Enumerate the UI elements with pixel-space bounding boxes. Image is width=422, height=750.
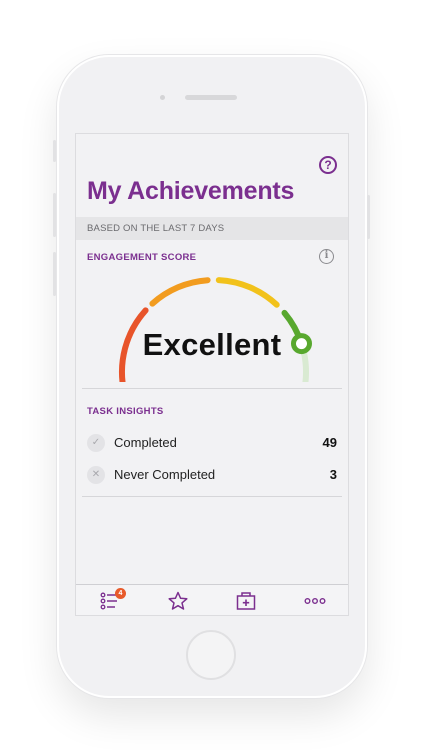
checkmark-icon: ✓ xyxy=(87,434,105,452)
period-banner: BASED ON THE LAST 7 DAYS xyxy=(76,217,348,240)
phone-camera xyxy=(160,95,165,100)
page-title: My Achievements xyxy=(87,177,295,205)
insight-value: 49 xyxy=(322,435,337,450)
insight-label: Never Completed xyxy=(114,467,216,482)
divider xyxy=(82,496,342,497)
gauge-segment-yellow xyxy=(215,277,280,308)
phone-mute-switch xyxy=(53,140,56,162)
tab-more[interactable] xyxy=(280,585,348,615)
phone-speaker xyxy=(185,95,237,100)
question-mark-icon[interactable]: ? xyxy=(319,156,337,174)
insight-value: 3 xyxy=(329,467,337,482)
app-screen: ? My Achievements BASED ON THE LAST 7 DA… xyxy=(75,133,349,616)
engagement-score-label: ENGAGEMENT SCORE xyxy=(87,252,197,263)
tab-health[interactable] xyxy=(212,585,280,615)
phone-volume-down xyxy=(53,252,56,296)
gauge-segment-orange xyxy=(149,277,211,307)
medical-kit-icon xyxy=(236,592,256,610)
engagement-rating: Excellent xyxy=(142,327,282,362)
tab-tasks[interactable]: 4 xyxy=(76,585,144,615)
divider xyxy=(82,388,342,389)
more-dots-icon xyxy=(304,597,326,604)
phone-home-button[interactable] xyxy=(186,630,236,680)
info-icon[interactable]: i xyxy=(319,249,334,264)
phone-power-button xyxy=(367,195,370,239)
task-insights-label: TASK INSIGHTS xyxy=(87,406,164,417)
star-icon xyxy=(168,591,188,610)
insight-label: Completed xyxy=(114,435,177,450)
tab-bar: 4 xyxy=(76,584,348,615)
x-icon: ✕ xyxy=(87,466,105,484)
phone-volume-up xyxy=(53,193,56,237)
insight-row-completed[interactable]: ✓ Completed 49 xyxy=(87,432,337,454)
tab-achievements[interactable] xyxy=(144,585,212,615)
insight-row-never-completed[interactable]: ✕ Never Completed 3 xyxy=(87,464,337,486)
period-label: BASED ON THE LAST 7 DAYS xyxy=(87,223,225,234)
tasks-badge: 4 xyxy=(115,588,126,599)
